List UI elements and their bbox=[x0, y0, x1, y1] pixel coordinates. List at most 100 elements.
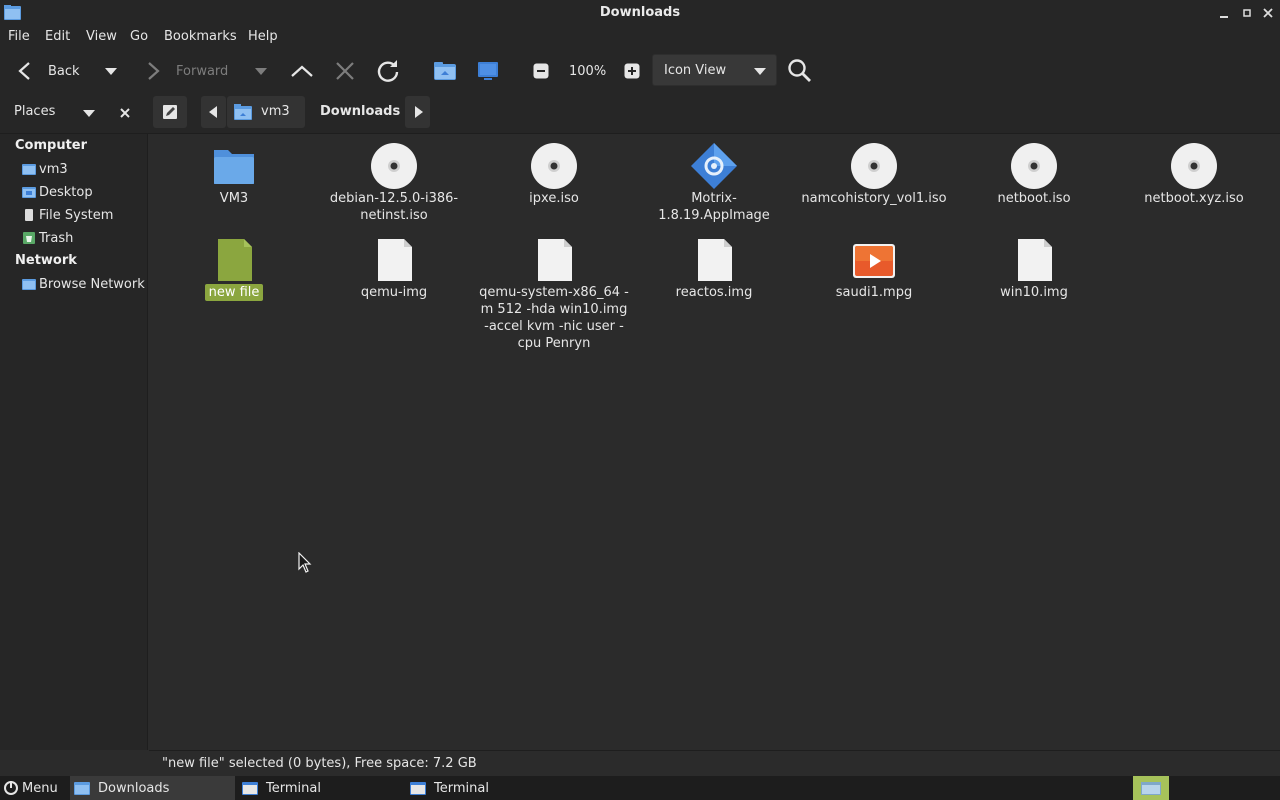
arrow-left-icon bbox=[18, 62, 30, 80]
file-item[interactable]: qemu-system-x86_64 -m 512 -hda win10.img… bbox=[479, 236, 629, 352]
sidebar-item-vm3[interactable]: vm3 bbox=[22, 159, 68, 179]
caret-down-icon bbox=[255, 68, 267, 75]
sidebar-item-label: File System bbox=[39, 207, 114, 223]
sidebar-item-label: Trash bbox=[39, 230, 74, 246]
maximize-icon bbox=[1243, 9, 1251, 17]
video-file-icon bbox=[850, 236, 898, 284]
start-menu-button[interactable]: Menu bbox=[0, 776, 66, 800]
disc-image-icon bbox=[1170, 142, 1218, 190]
task-label: Downloads bbox=[98, 780, 170, 796]
sidebar-item-label: vm3 bbox=[39, 161, 68, 177]
places-sidebar: Computer vm3 Desktop File System Trash N… bbox=[0, 134, 148, 750]
location-bar: Places vm3 Downloads bbox=[0, 92, 1280, 134]
view-mode-select[interactable]: Icon View bbox=[652, 54, 777, 86]
crumb-downloads[interactable]: Downloads bbox=[305, 96, 405, 128]
disc-image-icon bbox=[370, 142, 418, 190]
menu-help[interactable]: Help bbox=[248, 29, 278, 44]
file-name: Motrix-1.8.19.AppImage bbox=[658, 191, 770, 223]
file-item[interactable]: netboot.xyz.iso bbox=[1119, 142, 1269, 207]
search-button[interactable] bbox=[787, 50, 813, 92]
file-item[interactable]: netboot.iso bbox=[959, 142, 1109, 207]
task-label: Terminal bbox=[266, 780, 321, 796]
file-item[interactable]: win10.img bbox=[959, 236, 1109, 301]
file-item[interactable]: VM3 bbox=[159, 142, 309, 207]
sidebar-header-network: Network bbox=[15, 253, 77, 268]
status-text: "new file" selected (0 bytes), Free spac… bbox=[162, 756, 477, 771]
task-terminal-2[interactable]: Terminal bbox=[406, 776, 571, 800]
menu-go[interactable]: Go bbox=[130, 29, 148, 44]
file-name: saudi1.mpg bbox=[835, 285, 913, 300]
back-button[interactable]: Back bbox=[14, 50, 80, 92]
workspace-window-icon bbox=[1141, 782, 1161, 795]
drive-icon bbox=[25, 209, 33, 221]
zoom-percent: 100% bbox=[569, 63, 607, 79]
menu-view[interactable]: View bbox=[86, 29, 117, 44]
start-menu-label: Menu bbox=[22, 780, 58, 796]
back-history-dropdown[interactable] bbox=[104, 50, 118, 92]
toggle-location-entry-button[interactable] bbox=[153, 96, 187, 128]
sidebar-item-label: Desktop bbox=[39, 184, 93, 200]
zoom-out-button[interactable] bbox=[533, 50, 549, 92]
file-item-selected[interactable]: new file bbox=[159, 236, 309, 301]
window-title: Downloads bbox=[599, 5, 681, 20]
home-button[interactable] bbox=[433, 50, 457, 92]
file-name: qemu-img bbox=[360, 285, 428, 300]
file-name: ipxe.iso bbox=[529, 191, 579, 206]
file-item[interactable]: saudi1.mpg bbox=[799, 236, 949, 301]
window-icon bbox=[242, 782, 258, 795]
crumb-scroll-right-button[interactable] bbox=[405, 96, 430, 128]
sidebar-item-file-system[interactable]: File System bbox=[22, 205, 113, 225]
sidebar-item-trash[interactable]: Trash bbox=[22, 228, 73, 248]
stop-x-icon bbox=[336, 62, 354, 80]
up-button[interactable] bbox=[290, 50, 314, 92]
sidebar-mode-label[interactable]: Places bbox=[14, 104, 55, 119]
search-icon bbox=[788, 59, 811, 82]
workspace-switcher[interactable] bbox=[1133, 776, 1169, 800]
sidebar-item-browse-network[interactable]: Browse Network bbox=[22, 274, 145, 294]
forward-history-dropdown[interactable] bbox=[254, 50, 268, 92]
maximize-button[interactable] bbox=[1239, 5, 1255, 21]
computer-button[interactable] bbox=[476, 50, 500, 92]
close-icon bbox=[1263, 8, 1273, 18]
close-sidebar-icon[interactable] bbox=[118, 106, 132, 120]
sidebar-item-desktop[interactable]: Desktop bbox=[22, 182, 93, 202]
file-name: namcohistory_vol1.iso bbox=[801, 191, 947, 206]
home-folder-icon bbox=[22, 164, 36, 175]
arrow-right-icon bbox=[148, 62, 160, 80]
caret-down-icon[interactable] bbox=[82, 108, 96, 118]
forward-button[interactable]: Forward bbox=[142, 50, 228, 92]
stop-button[interactable] bbox=[334, 50, 356, 92]
task-terminal-1[interactable]: Terminal bbox=[238, 776, 403, 800]
file-icon-view[interactable]: VM3 debian-12.5.0-i386-netinst.iso ipxe.… bbox=[149, 134, 1280, 750]
menu-edit[interactable]: Edit bbox=[45, 29, 70, 44]
file-item[interactable]: debian-12.5.0-i386-netinst.iso bbox=[319, 142, 469, 224]
file-item[interactable]: namcohistory_vol1.iso bbox=[799, 142, 949, 207]
menu-file[interactable]: File bbox=[8, 29, 30, 44]
close-window-button[interactable] bbox=[1260, 5, 1276, 21]
desktop-folder-icon bbox=[22, 187, 36, 198]
file-icon bbox=[690, 236, 738, 284]
selected-file-icon bbox=[210, 236, 258, 284]
file-item[interactable]: qemu-img bbox=[319, 236, 469, 301]
menu-bookmarks[interactable]: Bookmarks bbox=[164, 29, 237, 44]
network-folder-icon bbox=[22, 279, 36, 290]
minimize-button[interactable] bbox=[1216, 5, 1232, 21]
crumb-vm3-label: vm3 bbox=[261, 104, 290, 119]
crumb-vm3[interactable]: vm3 bbox=[227, 96, 305, 128]
menu-logo-icon bbox=[4, 781, 18, 795]
task-label: Terminal bbox=[434, 780, 489, 796]
file-item[interactable]: ipxe.iso bbox=[479, 142, 629, 207]
folder-icon bbox=[210, 142, 258, 190]
file-item[interactable]: reactos.img bbox=[639, 236, 789, 301]
edit-location-icon bbox=[163, 105, 177, 119]
zoom-in-button[interactable] bbox=[624, 50, 640, 92]
file-item[interactable]: Motrix-1.8.19.AppImage bbox=[639, 142, 789, 224]
menu-bar: File Edit View Go Bookmarks Help bbox=[0, 26, 1280, 50]
crumb-scroll-left-button[interactable] bbox=[201, 96, 226, 128]
reload-button[interactable] bbox=[375, 50, 401, 92]
caret-down-icon bbox=[754, 68, 766, 75]
caret-down-icon bbox=[105, 68, 117, 75]
disc-image-icon bbox=[850, 142, 898, 190]
task-downloads[interactable]: Downloads bbox=[70, 776, 235, 800]
reload-icon bbox=[377, 60, 399, 82]
